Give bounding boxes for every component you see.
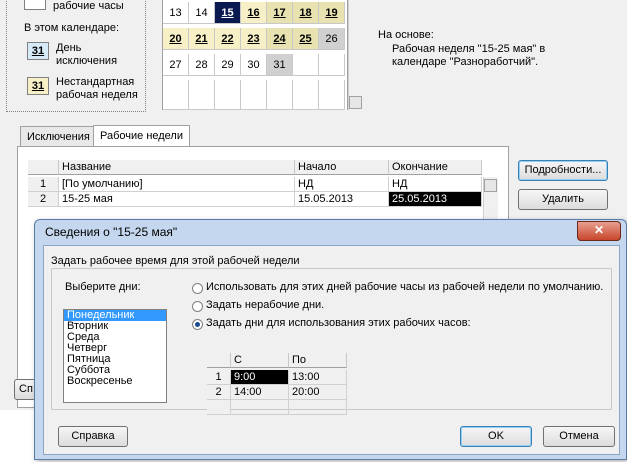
calendar-day[interactable]: 17 <box>267 2 293 24</box>
calendar-day[interactable]: 27 <box>163 54 189 76</box>
details-button[interactable]: Подробности... <box>518 160 608 181</box>
tab-work-weeks[interactable]: Рабочие недели <box>93 125 190 148</box>
time-from-cell-selected[interactable]: 9:00 <box>231 370 289 385</box>
based-on-label: На основе: <box>378 29 434 41</box>
calendar-day[interactable]: 30 <box>241 54 267 76</box>
help-button-partial[interactable]: Сп <box>14 379 36 400</box>
radio-use-default[interactable] <box>192 283 203 294</box>
week-end-cell[interactable]: НД <box>389 177 482 192</box>
legend-nonstandard-label: Нестандартная рабочая неделя <box>56 76 138 101</box>
calendar-day-empty <box>215 80 241 110</box>
time-to-cell[interactable] <box>289 400 347 415</box>
time-to-cell[interactable]: 20:00 <box>289 385 347 400</box>
day-item[interactable]: Воскресенье <box>64 376 166 387</box>
days-listbox[interactable]: Понедельник Вторник Среда Четверг Пятниц… <box>63 309 167 403</box>
col-header-to: По <box>289 353 347 368</box>
calendar-day[interactable]: 24 <box>267 28 293 50</box>
legend-exception-label: День исключения <box>56 42 118 67</box>
radio-specific-times-label[interactable]: Задать дни для использования этих рабочи… <box>206 317 471 329</box>
calendar-day-empty <box>163 80 189 110</box>
month-calendar[interactable]: 13 14 15 16 17 18 19 20 21 22 23 24 25 2… <box>162 0 348 110</box>
radio-nonworking[interactable] <box>192 301 203 312</box>
week-start-cell[interactable]: НД <box>295 177 389 192</box>
calendar-day[interactable]: 29 <box>215 54 241 76</box>
exception-legend-box: 31 <box>27 42 49 60</box>
tab-exceptions[interactable]: Исключения <box>20 126 97 147</box>
legend-working-hours-label: рабочие часы <box>53 0 124 12</box>
scroll-thumb[interactable] <box>484 179 497 192</box>
row-number[interactable]: 2 <box>28 192 59 207</box>
week-name-cell[interactable]: 15-25 мая <box>59 192 295 207</box>
working-hours-legend-box <box>24 0 46 10</box>
col-header-start[interactable]: Начало <box>295 160 389 175</box>
calendar-scrollbar[interactable] <box>348 0 363 110</box>
radio-specific-times[interactable] <box>192 319 203 330</box>
calendar-day-empty <box>293 54 319 76</box>
calendar-day[interactable]: 23 <box>241 28 267 50</box>
calendar-day-empty <box>267 80 293 110</box>
calendar-day[interactable]: 14 <box>189 2 215 24</box>
calendar-day[interactable]: 21 <box>189 28 215 50</box>
help-button[interactable]: Справка <box>58 426 128 447</box>
legend-in-calendar-label: В этом календаре: <box>24 22 120 34</box>
calendar-day[interactable]: 16 <box>241 2 267 24</box>
corner-header <box>28 160 59 175</box>
dialog-title: Сведения о "15-25 мая" <box>45 225 178 239</box>
based-on-description: Рабочая неделя "15-25 мая" в календаре "… <box>392 43 546 68</box>
calendar-day-empty <box>319 54 345 76</box>
delete-button[interactable]: Удалить <box>518 189 608 210</box>
time-from-cell[interactable]: 14:00 <box>231 385 289 400</box>
row-number[interactable] <box>207 400 231 415</box>
calendar-day[interactable]: 13 <box>163 2 189 24</box>
calendar-day-empty <box>293 80 319 110</box>
col-header-end[interactable]: Окончание <box>389 160 482 175</box>
row-number[interactable]: 1 <box>207 370 231 385</box>
calendar-day[interactable]: 28 <box>189 54 215 76</box>
time-from-cell[interactable] <box>231 400 289 415</box>
time-to-cell[interactable]: 13:00 <box>289 370 347 385</box>
row-number[interactable]: 2 <box>207 385 231 400</box>
ok-button[interactable]: OK <box>460 426 532 447</box>
close-icon[interactable]: ✕ <box>577 221 621 241</box>
calendar-day[interactable]: 22 <box>215 28 241 50</box>
week-end-cell-selected[interactable]: 25.05.2013 <box>389 192 482 207</box>
col-header-from: С <box>231 353 289 368</box>
calendar-day[interactable]: 31 <box>267 54 293 76</box>
calendar-day-empty <box>189 80 215 110</box>
radio-use-default-label[interactable]: Использовать для этих дней рабочие часы … <box>206 281 603 293</box>
row-number[interactable]: 1 <box>28 177 59 192</box>
calendar-day-empty <box>241 80 267 110</box>
table-scrollbar[interactable] <box>483 177 498 219</box>
calendar-day-selected[interactable]: 15 <box>215 2 241 24</box>
select-days-label: Выберите дни: <box>65 281 141 293</box>
corner-header <box>207 353 231 368</box>
nonstandard-week-legend-box: 31 <box>27 77 49 95</box>
calendar-day[interactable]: 25 <box>293 28 319 50</box>
scroll-down-icon[interactable] <box>349 96 362 109</box>
calendar-day[interactable]: 26 <box>319 28 345 50</box>
calendar-day-empty <box>319 80 345 110</box>
calendar-day[interactable]: 20 <box>163 28 189 50</box>
cancel-button[interactable]: Отмена <box>543 426 615 447</box>
group-label: Задать рабочее время для этой рабочей не… <box>51 255 300 267</box>
week-start-cell[interactable]: 15.05.2013 <box>295 192 389 207</box>
radio-nonworking-label[interactable]: Задать нерабочие дни. <box>206 299 324 311</box>
week-name-cell[interactable]: [По умолчанию] <box>59 177 295 192</box>
calendar-day[interactable]: 19 <box>319 2 345 24</box>
col-header-name[interactable]: Название <box>59 160 295 175</box>
calendar-day[interactable]: 18 <box>293 2 319 24</box>
